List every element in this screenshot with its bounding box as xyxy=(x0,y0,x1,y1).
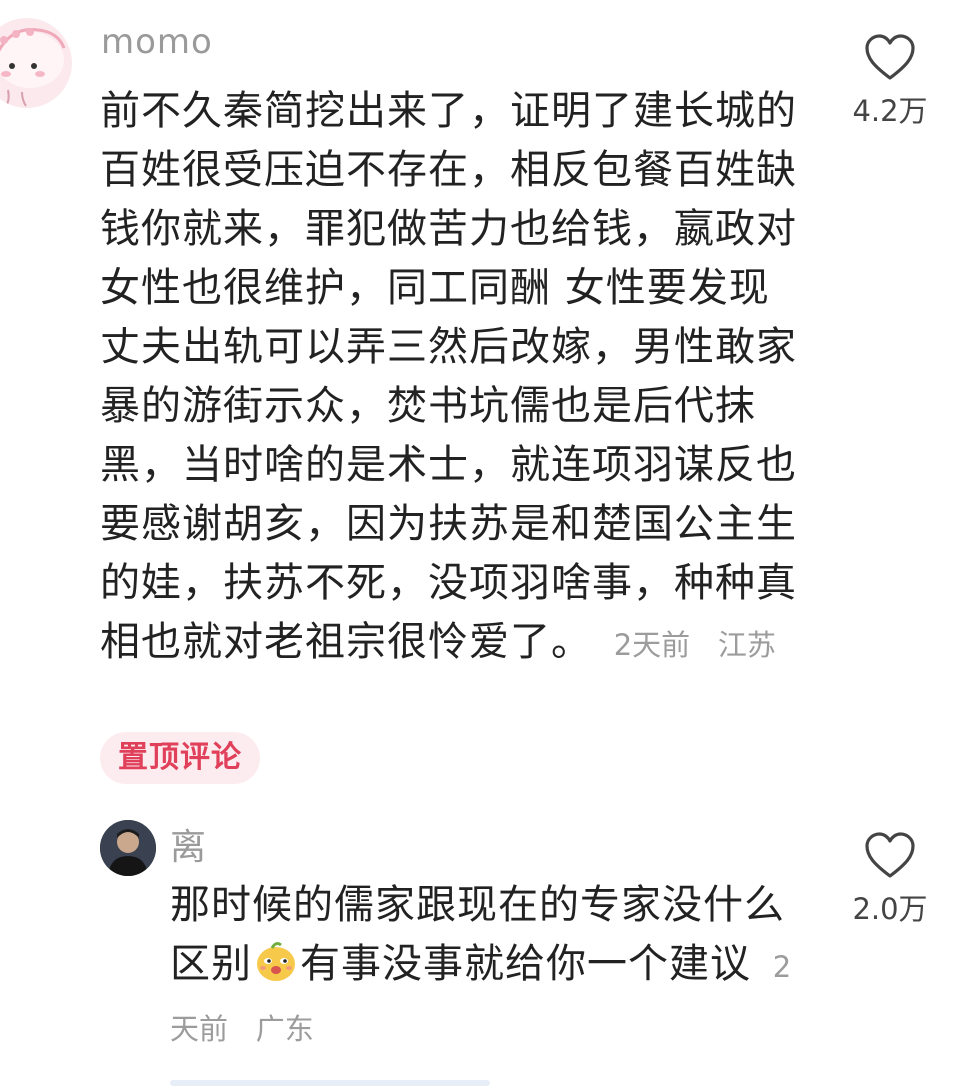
reply-body: 那时候的儒家跟现在的专家没什么区别 有事没事就给你一个建议 2天前 广东 xyxy=(170,876,810,1059)
reply-text-part2: 有事没事就给你一个建议 xyxy=(300,941,751,987)
reply-avatar[interactable] xyxy=(100,820,156,876)
avatar-image xyxy=(100,820,156,876)
comment-username[interactable]: momo xyxy=(101,22,213,62)
pinned-comment-badge: 置顶评论 xyxy=(100,732,260,784)
like-count: 4.2万 xyxy=(852,94,928,128)
heart-icon xyxy=(865,832,915,878)
avatar[interactable] xyxy=(0,18,72,108)
smug-face-emoji xyxy=(257,942,295,981)
reply-username[interactable]: 离 xyxy=(170,818,206,870)
next-item-edge xyxy=(170,1080,490,1086)
avatar-image xyxy=(0,27,66,107)
reply-like-button[interactable]: 2.0万 xyxy=(842,832,938,928)
reply-like-count: 2.0万 xyxy=(852,892,928,926)
comment-location: 江苏 xyxy=(717,628,776,662)
heart-icon xyxy=(865,34,915,80)
like-button[interactable]: 4.2万 xyxy=(842,34,938,130)
comment-text: 前不久秦简挖出来了，证明了建长城的百姓很受压迫不存在，相反包餐百姓缺钱你就来，罪… xyxy=(100,88,797,665)
comment-body: 前不久秦简挖出来了，证明了建长城的百姓很受压迫不存在，相反包餐百姓缺钱你就来，罪… xyxy=(100,82,810,675)
comment-time: 2天前 xyxy=(613,628,691,662)
reply-location: 广东 xyxy=(255,1012,314,1046)
